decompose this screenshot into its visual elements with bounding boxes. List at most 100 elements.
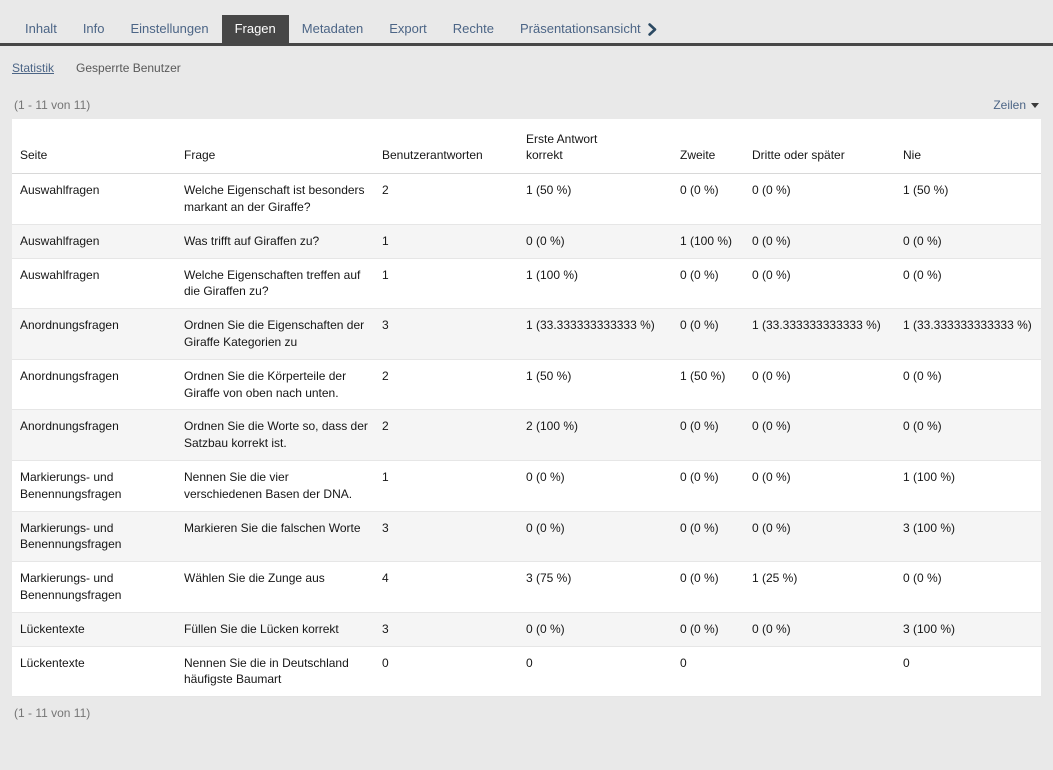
chevron-right-icon bbox=[648, 23, 657, 36]
cell-seite: Anordnungsfragen bbox=[12, 410, 176, 461]
cell-dritte: 0 (0 %) bbox=[744, 174, 895, 225]
table-header-row: Seite Frage Benutzerantworten Erste Antw… bbox=[12, 119, 1041, 174]
cell-zweite: 0 (0 %) bbox=[672, 511, 744, 562]
tab-rechte[interactable]: Rechte bbox=[440, 15, 507, 43]
cell-erste: 1 (50 %) bbox=[518, 359, 672, 410]
cell-frage: Welche Eigenschaft ist besonders markant… bbox=[176, 174, 374, 225]
cell-dritte: 0 (0 %) bbox=[744, 460, 895, 511]
cell-benutzerantworten: 3 bbox=[374, 309, 518, 360]
subtab-gesperrte-benutzer[interactable]: Gesperrte Benutzer bbox=[76, 61, 181, 75]
tab-export[interactable]: Export bbox=[376, 15, 440, 43]
cell-erste: 0 (0 %) bbox=[518, 224, 672, 258]
column-label: Seite bbox=[20, 148, 47, 162]
cell-seite: Auswahlfragen bbox=[12, 224, 176, 258]
cell-benutzerantworten: 2 bbox=[374, 174, 518, 225]
rows-per-page-dropdown[interactable]: Zeilen bbox=[993, 98, 1039, 112]
column-label: Dritte oder später bbox=[752, 148, 845, 162]
cell-seite: Auswahlfragen bbox=[12, 174, 176, 225]
cell-erste: 3 (75 %) bbox=[518, 562, 672, 613]
tab-inhalt[interactable]: Inhalt bbox=[12, 15, 70, 43]
cell-zweite: 0 (0 %) bbox=[672, 174, 744, 225]
cell-nie: 0 (0 %) bbox=[895, 224, 1041, 258]
cell-dritte: 0 (0 %) bbox=[744, 224, 895, 258]
cell-nie: 0 (0 %) bbox=[895, 410, 1041, 461]
cell-erste: 0 bbox=[518, 646, 672, 697]
cell-dritte: 0 (0 %) bbox=[744, 359, 895, 410]
table-controls-bottom: (1 - 11 von 11) bbox=[0, 706, 1053, 720]
cell-benutzerantworten: 1 bbox=[374, 224, 518, 258]
table-controls-top: (1 - 11 von 11) Zeilen bbox=[0, 98, 1053, 112]
cell-frage: Markieren Sie die falschen Worte bbox=[176, 511, 374, 562]
cell-zweite: 0 (0 %) bbox=[672, 410, 744, 461]
cell-erste: 2 (100 %) bbox=[518, 410, 672, 461]
cell-nie: 0 (0 %) bbox=[895, 258, 1041, 309]
tab-info[interactable]: Info bbox=[70, 15, 118, 43]
col-seite: Seite bbox=[12, 119, 176, 174]
cell-benutzerantworten: 2 bbox=[374, 359, 518, 410]
cell-zweite: 0 (0 %) bbox=[672, 562, 744, 613]
column-label: Zweite bbox=[680, 148, 715, 162]
cell-nie: 1 (33.333333333333 %) bbox=[895, 309, 1041, 360]
cell-frage: Wählen Sie die Zunge aus bbox=[176, 562, 374, 613]
cell-erste: 0 (0 %) bbox=[518, 612, 672, 646]
sub-tab-bar: Statistik Gesperrte Benutzer bbox=[0, 61, 1053, 75]
cell-zweite: 0 (0 %) bbox=[672, 460, 744, 511]
table-row: LückentexteNennen Sie die in Deutschland… bbox=[12, 646, 1041, 697]
cell-erste: 0 (0 %) bbox=[518, 511, 672, 562]
table-body: AuswahlfragenWelche Eigenschaft ist beso… bbox=[12, 174, 1041, 697]
cell-seite: Markierungs- und Benennungsfragen bbox=[12, 511, 176, 562]
table-row: AnordnungsfragenOrdnen Sie die Eigenscha… bbox=[12, 309, 1041, 360]
cell-frage: Füllen Sie die Lücken korrekt bbox=[176, 612, 374, 646]
column-label: Benutzerantworten bbox=[382, 148, 483, 162]
table-row: Markierungs- und BenennungsfragenNennen … bbox=[12, 460, 1041, 511]
tab-fragen[interactable]: Fragen bbox=[222, 15, 289, 43]
col-frage: Frage bbox=[176, 119, 374, 174]
col-nie: Nie bbox=[895, 119, 1041, 174]
cell-zweite: 0 bbox=[672, 646, 744, 697]
column-label: Erste Antwort korrekt bbox=[526, 131, 626, 165]
cell-nie: 1 (100 %) bbox=[895, 460, 1041, 511]
cell-benutzerantworten: 3 bbox=[374, 511, 518, 562]
col-dritte-oder-spaeter: Dritte oder später bbox=[744, 119, 895, 174]
cell-dritte bbox=[744, 646, 895, 697]
cell-dritte: 0 (0 %) bbox=[744, 258, 895, 309]
cell-erste: 1 (100 %) bbox=[518, 258, 672, 309]
rows-label: Zeilen bbox=[993, 98, 1026, 112]
cell-nie: 0 bbox=[895, 646, 1041, 697]
cell-dritte: 0 (0 %) bbox=[744, 612, 895, 646]
pagination-range-top: (1 - 11 von 11) bbox=[14, 98, 90, 112]
col-benutzerantworten: Benutzerantworten bbox=[374, 119, 518, 174]
caret-down-icon bbox=[1031, 103, 1039, 108]
cell-frage: Ordnen Sie die Körperteile der Giraffe v… bbox=[176, 359, 374, 410]
cell-frage: Was trifft auf Giraffen zu? bbox=[176, 224, 374, 258]
cell-benutzerantworten: 4 bbox=[374, 562, 518, 613]
tab-einstellungen[interactable]: Einstellungen bbox=[118, 15, 222, 43]
cell-erste: 0 (0 %) bbox=[518, 460, 672, 511]
col-zweite: Zweite bbox=[672, 119, 744, 174]
cell-dritte: 0 (0 %) bbox=[744, 511, 895, 562]
questions-statistics-table: Seite Frage Benutzerantworten Erste Antw… bbox=[12, 119, 1041, 698]
cell-benutzerantworten: 3 bbox=[374, 612, 518, 646]
cell-benutzerantworten: 1 bbox=[374, 460, 518, 511]
cell-nie: 3 (100 %) bbox=[895, 511, 1041, 562]
column-label: Nie bbox=[903, 148, 921, 162]
cell-frage: Ordnen Sie die Worte so, dass der Satzba… bbox=[176, 410, 374, 461]
cell-nie: 3 (100 %) bbox=[895, 612, 1041, 646]
cell-seite: Anordnungsfragen bbox=[12, 309, 176, 360]
cell-dritte: 1 (33.333333333333 %) bbox=[744, 309, 895, 360]
statistics-page: Inhalt Info Einstellungen Fragen Metadat… bbox=[0, 15, 1053, 720]
subtab-statistik[interactable]: Statistik bbox=[12, 61, 54, 75]
table-row: Markierungs- und BenennungsfragenMarkier… bbox=[12, 511, 1041, 562]
cell-frage: Nennen Sie die in Deutschland häufigste … bbox=[176, 646, 374, 697]
table-row: AuswahlfragenWelche Eigenschaft ist beso… bbox=[12, 174, 1041, 225]
cell-erste: 1 (33.333333333333 %) bbox=[518, 309, 672, 360]
cell-seite: Markierungs- und Benennungsfragen bbox=[12, 460, 176, 511]
cell-seite: Lückentexte bbox=[12, 612, 176, 646]
table-row: Markierungs- und BenennungsfragenWählen … bbox=[12, 562, 1041, 613]
tab-metadaten[interactable]: Metadaten bbox=[289, 15, 376, 43]
presentation-tab-label: Präsentationsansicht bbox=[520, 21, 641, 37]
main-tab-bar: Inhalt Info Einstellungen Fragen Metadat… bbox=[0, 15, 1053, 46]
tab-praesentationsansicht[interactable]: Präsentationsansicht bbox=[507, 15, 670, 43]
cell-benutzerantworten: 1 bbox=[374, 258, 518, 309]
cell-benutzerantworten: 2 bbox=[374, 410, 518, 461]
